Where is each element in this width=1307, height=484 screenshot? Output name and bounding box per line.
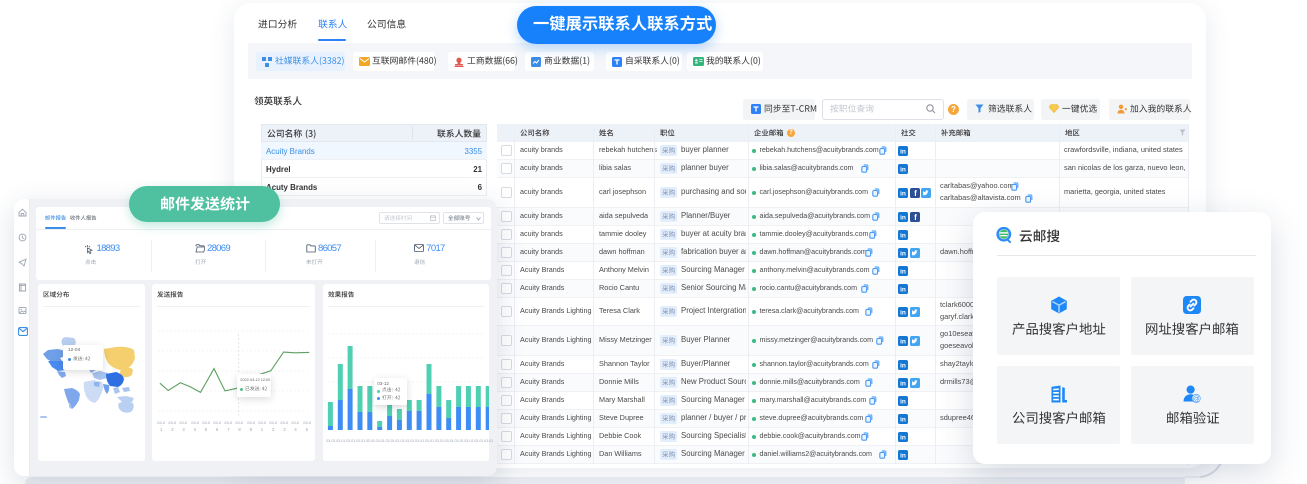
svg-text:@: @ [1193, 396, 1200, 403]
svg-text:in: in [900, 232, 906, 239]
svg-text:in: in [900, 452, 906, 459]
svg-text:in: in [900, 268, 906, 275]
svg-text:in: in [900, 190, 906, 197]
svg-text:in: in [900, 362, 906, 369]
svg-text:in: in [900, 416, 906, 423]
svg-text:in: in [900, 148, 906, 155]
svg-text:in: in [900, 380, 906, 387]
svg-text:f: f [914, 213, 917, 222]
svg-text:f: f [914, 189, 917, 198]
svg-text:in: in [900, 398, 906, 405]
svg-text:in: in [900, 214, 906, 221]
svg-text:in: in [900, 434, 906, 441]
svg-text:in: in [900, 250, 906, 257]
svg-text:in: in [900, 338, 906, 345]
svg-text:in: in [900, 286, 906, 293]
svg-text:in: in [900, 309, 906, 316]
svg-text:in: in [900, 166, 906, 173]
